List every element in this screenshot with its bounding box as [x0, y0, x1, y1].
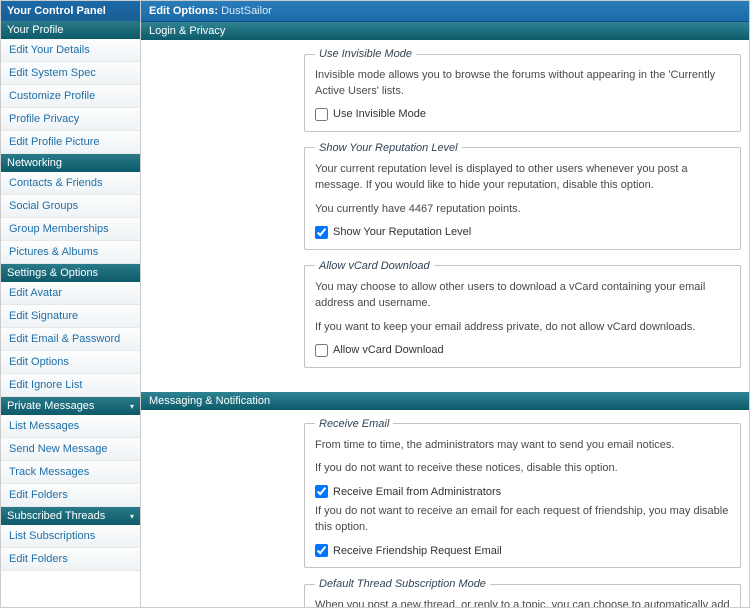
sidebar-item[interactable]: List Subscriptions	[1, 525, 140, 548]
option-checkbox-row[interactable]: Use Invisible Mode	[315, 108, 730, 121]
option-description: If you do not want to receive these noti…	[315, 461, 730, 477]
sidebar-item[interactable]: Edit Signature	[1, 305, 140, 328]
option-description: You may choose to allow other users to d…	[315, 280, 730, 312]
sidebar-item[interactable]: Edit Ignore List	[1, 374, 140, 397]
chevron-down-icon: ▾	[130, 512, 134, 521]
option-description: From time to time, the administrators ma…	[315, 438, 730, 454]
section-body: Use Invisible Mode Invisible mode allows …	[141, 40, 749, 392]
fieldset-legend: Show Your Reputation Level	[315, 142, 462, 154]
option-checkbox-row[interactable]: Receive Email from Administrators	[315, 485, 730, 498]
sidebar-item[interactable]: Edit Email & Password	[1, 328, 140, 351]
page-title-user: DustSailor	[221, 5, 272, 17]
sidebar-group-label: Private Messages	[7, 400, 94, 412]
option-checkbox[interactable]	[315, 344, 328, 357]
option-fieldset: Default Thread Subscription Mode When you…	[304, 578, 741, 607]
sidebar-group-label: Subscribed Threads	[7, 510, 105, 522]
option-checkbox[interactable]	[315, 485, 328, 498]
chevron-down-icon: ▾	[130, 402, 134, 411]
page-title: Edit Options: DustSailor	[141, 1, 749, 22]
sidebar-item[interactable]: Edit Folders	[1, 548, 140, 571]
sidebar-item[interactable]: Edit Your Details	[1, 39, 140, 62]
sidebar-group-head[interactable]: Private Messages ▾	[1, 397, 140, 415]
option-description: You currently have 4467 reputation point…	[315, 202, 730, 218]
page-title-prefix: Edit Options:	[149, 5, 218, 17]
fieldset-legend: Default Thread Subscription Mode	[315, 578, 490, 590]
option-checkbox-label: Use Invisible Mode	[333, 108, 426, 120]
option-checkbox[interactable]	[315, 108, 328, 121]
sidebar-item[interactable]: Edit Options	[1, 351, 140, 374]
option-checkbox-label: Receive Email from Administrators	[333, 486, 501, 498]
sidebar-item[interactable]: Profile Privacy	[1, 108, 140, 131]
sidebar: Your Control Panel Your Profile Edit Your…	[1, 1, 141, 607]
sidebar-item[interactable]: List Messages	[1, 415, 140, 438]
option-checkbox-label: Show Your Reputation Level	[333, 226, 471, 238]
sidebar-group-head[interactable]: Subscribed Threads ▾	[1, 507, 140, 525]
sidebar-item[interactable]: Send New Message	[1, 438, 140, 461]
sidebar-item[interactable]: Social Groups	[1, 195, 140, 218]
option-fieldset: Receive Email From time to time, the admi…	[304, 418, 741, 569]
sidebar-item[interactable]: Group Memberships	[1, 218, 140, 241]
option-checkbox-row[interactable]: Receive Friendship Request Email	[315, 544, 730, 557]
option-fieldset: Show Your Reputation Level Your current r…	[304, 142, 741, 250]
sidebar-item[interactable]: Contacts & Friends	[1, 172, 140, 195]
sidebar-item[interactable]: Edit Profile Picture	[1, 131, 140, 154]
sidebar-item[interactable]: Pictures & Albums	[1, 241, 140, 264]
option-description: Your current reputation level is display…	[315, 162, 730, 194]
option-description: When you post a new thread, or reply to …	[315, 598, 730, 607]
sidebar-group-head[interactable]: Your Profile	[1, 21, 140, 39]
sidebar-item[interactable]: Edit System Spec	[1, 62, 140, 85]
option-checkbox-row[interactable]: Show Your Reputation Level	[315, 226, 730, 239]
option-checkbox-label: Allow vCard Download	[333, 344, 444, 356]
option-description: Invisible mode allows you to browse the …	[315, 68, 730, 100]
sidebar-group-label: Networking	[7, 157, 62, 169]
option-description: If you want to keep your email address p…	[315, 320, 730, 336]
section-body: Receive Email From time to time, the admi…	[141, 410, 749, 608]
sidebar-item[interactable]: Track Messages	[1, 461, 140, 484]
sidebar-item[interactable]: Customize Profile	[1, 85, 140, 108]
fieldset-legend: Use Invisible Mode	[315, 48, 416, 60]
fieldset-legend: Allow vCard Download	[315, 260, 434, 272]
section-bar: Login & Privacy	[141, 22, 749, 40]
option-checkbox-label: Receive Friendship Request Email	[333, 545, 502, 557]
option-fieldset: Allow vCard Download You may choose to al…	[304, 260, 741, 368]
main-panel: Edit Options: DustSailor Login & Privacy…	[141, 1, 749, 607]
sidebar-item[interactable]: Edit Folders	[1, 484, 140, 507]
sidebar-group-head[interactable]: Settings & Options	[1, 264, 140, 282]
sidebar-group-label: Settings & Options	[7, 267, 98, 279]
sidebar-group-head[interactable]: Networking	[1, 154, 140, 172]
option-checkbox[interactable]	[315, 226, 328, 239]
sidebar-title: Your Control Panel	[1, 1, 140, 21]
fieldset-legend: Receive Email	[315, 418, 393, 430]
sidebar-group-label: Your Profile	[7, 24, 63, 36]
option-checkbox[interactable]	[315, 544, 328, 557]
option-fieldset: Use Invisible Mode Invisible mode allows …	[304, 48, 741, 132]
option-description: If you do not want to receive an email f…	[315, 504, 730, 536]
sidebar-item[interactable]: Edit Avatar	[1, 282, 140, 305]
section-bar: Messaging & Notification	[141, 392, 749, 410]
option-checkbox-row[interactable]: Allow vCard Download	[315, 344, 730, 357]
